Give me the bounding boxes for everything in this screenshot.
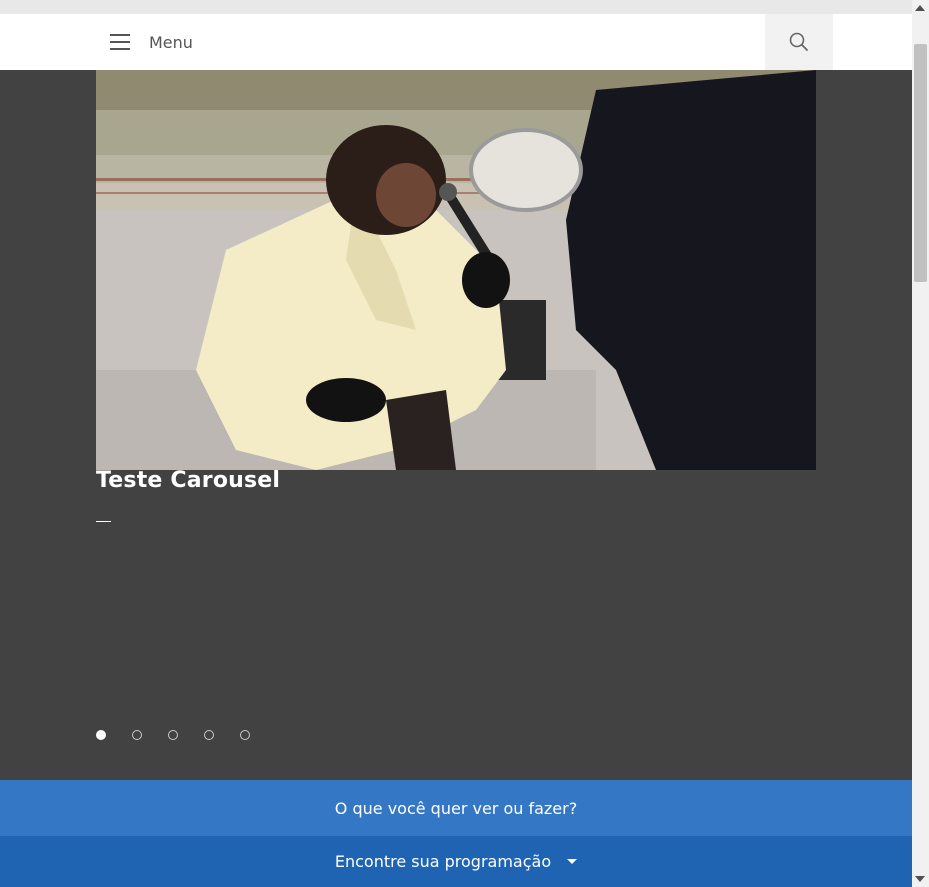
carousel-dot-4[interactable] (204, 730, 214, 740)
site-header: Menu (0, 14, 912, 70)
menu-button[interactable]: Menu (96, 14, 193, 70)
search-button[interactable] (765, 14, 833, 70)
menu-label: Menu (149, 32, 193, 52)
carousel-slide-title[interactable]: Teste Carousel (96, 468, 280, 493)
title-underline (96, 521, 111, 522)
hamburger-icon (96, 14, 144, 70)
cta-question-bar: O que você quer ver ou fazer? (0, 780, 912, 836)
page-scrollbar[interactable] (912, 0, 929, 887)
search-icon (789, 32, 808, 51)
carousel-pagination (96, 730, 276, 740)
top-strip (0, 0, 912, 14)
carousel-dot-1[interactable] (96, 730, 106, 740)
carousel-slide-image (96, 70, 816, 470)
cta-question: O que você quer ver ou fazer? (334, 798, 578, 818)
carousel-dot-3[interactable] (168, 730, 178, 740)
carousel-dot-5[interactable] (240, 730, 250, 740)
carousel-dot-2[interactable] (132, 730, 142, 740)
page: Menu Teste Carousel O que você quer ver … (0, 0, 912, 887)
caret-down-icon (567, 859, 578, 864)
scroll-up-arrow-icon[interactable] (915, 5, 925, 11)
find-program-label: Encontre sua programação (334, 852, 552, 871)
find-program-button[interactable]: Encontre sua programação (0, 836, 912, 887)
scroll-down-arrow-icon[interactable] (915, 876, 925, 882)
scroll-thumb[interactable] (914, 44, 927, 282)
